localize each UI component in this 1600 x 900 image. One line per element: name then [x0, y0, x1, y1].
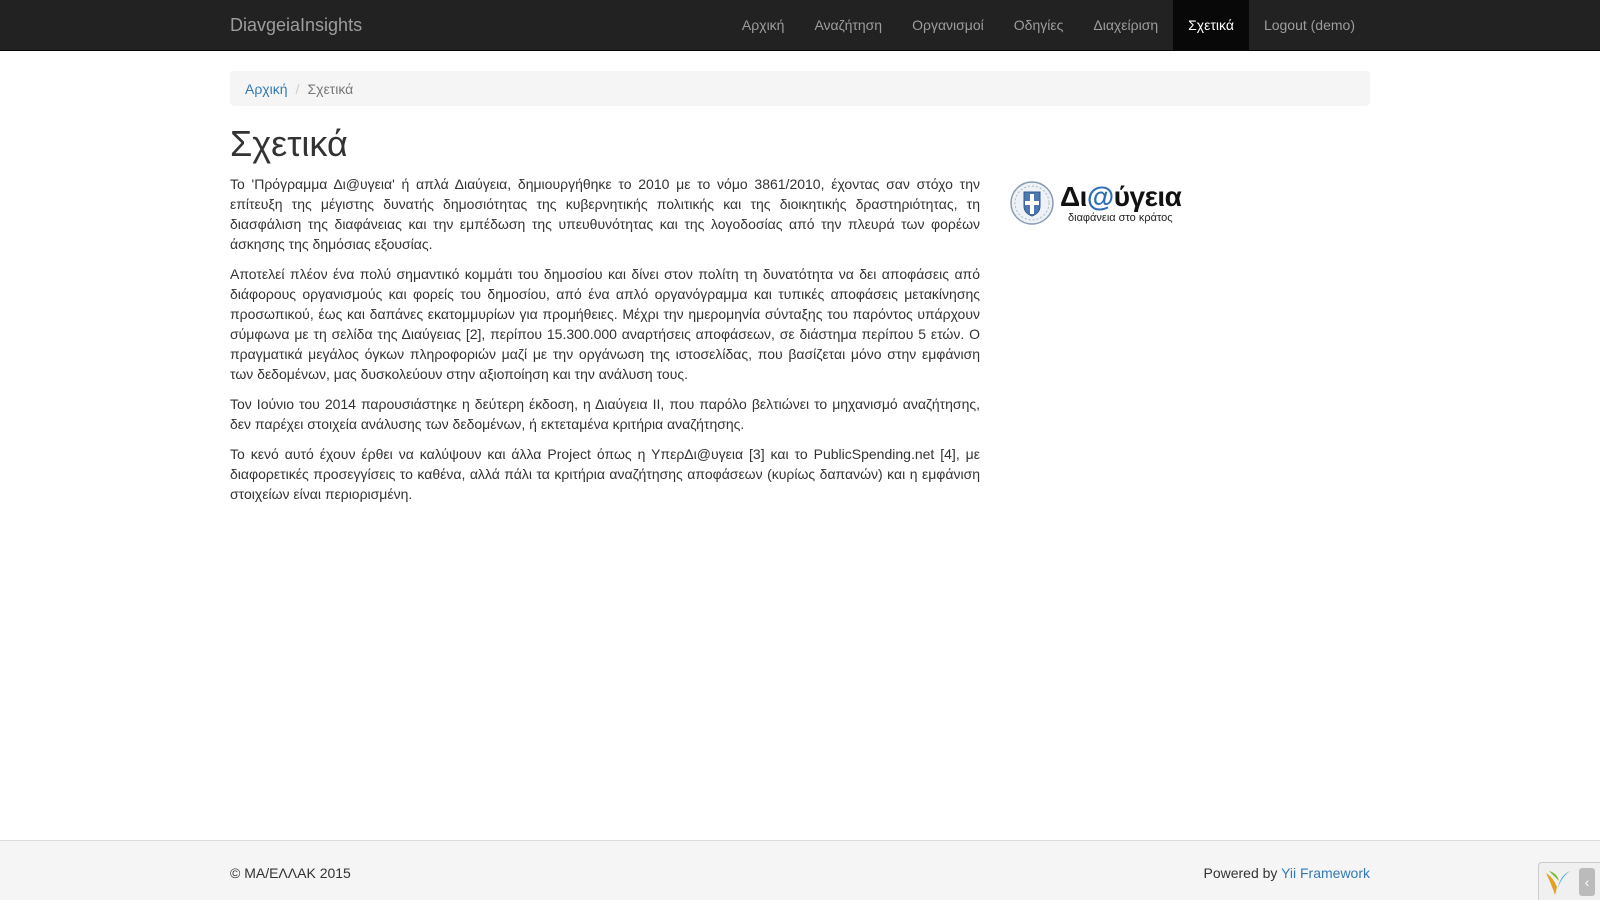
diavgeia-logo: Δι@ύγεια διαφάνεια στο κράτος [1010, 180, 1370, 226]
about-paragraph-2: Αποτελεί πλέον ένα πολύ σημαντικό κομμάτ… [230, 266, 980, 382]
breadcrumb-home-link[interactable]: Αρχική [245, 81, 288, 97]
top-navbar: DiavgeiaInsights Αρχική Αναζήτηση Οργανι… [0, 0, 1600, 51]
content-row: Σχετικά Το 'Πρόγραμμα Δι@υγεια' ή απλά Δ… [230, 124, 1370, 514]
about-content: Σχετικά Το 'Πρόγραμμα Δι@υγεια' ή απλά Δ… [230, 124, 980, 514]
yii-framework-link[interactable]: Yii Framework [1281, 865, 1370, 881]
nav-item-admin[interactable]: Διαχείριση [1078, 0, 1173, 50]
breadcrumb-separator: / [295, 81, 300, 97]
nav-link-guides[interactable]: Οδηγίες [999, 0, 1079, 50]
nav-link-logout[interactable]: Logout (demo) [1249, 0, 1370, 50]
nav-item-logout[interactable]: Logout (demo) [1249, 0, 1370, 50]
about-paragraph-4: Το κενό αυτό έχουν έρθει να καλύψουν και… [230, 446, 980, 502]
footer-powered-prefix: Powered by [1203, 865, 1282, 881]
yii-logo-icon[interactable] [1543, 867, 1573, 897]
side-column: Δι@ύγεια διαφάνεια στο κράτος [980, 124, 1370, 514]
page-title: Σχετικά [230, 123, 348, 164]
nav-item-guides[interactable]: Οδηγίες [999, 0, 1079, 50]
brand-link[interactable]: DiavgeiaInsights [230, 15, 362, 35]
breadcrumb-home-item[interactable]: Αρχική [245, 79, 288, 98]
nav-item-about[interactable]: Σχετικά [1173, 0, 1249, 50]
about-paragraph-3: Τον Ιούνιο του 2014 παρουσιάστηκε η δεύτ… [230, 396, 980, 432]
logo-name-at: @ [1086, 181, 1114, 212]
footer-copyright: © ΜΑ/ΕΛΛΑΚ 2015 [230, 865, 351, 881]
breadcrumb: Αρχική / Σχετικά [230, 71, 1370, 106]
greek-emblem-icon [1010, 181, 1054, 225]
nav-link-search[interactable]: Αναζήτηση [799, 0, 897, 50]
main-container: Αρχική / Σχετικά Σχετικά Το 'Πρόγραμμα Δ… [230, 71, 1370, 514]
nav-link-organizations[interactable]: Οργανισμοί [897, 0, 999, 50]
breadcrumb-current: Σχετικά [307, 81, 354, 97]
nav-item-home[interactable]: Αρχική [727, 0, 800, 50]
nav-item-search[interactable]: Αναζήτηση [799, 0, 897, 50]
logo-name-suffix: ύγεια [1113, 181, 1182, 212]
nav-link-home[interactable]: Αρχική [727, 0, 800, 50]
nav-item-organizations[interactable]: Οργανισμοί [897, 0, 999, 50]
logo-name-prefix: Δι [1060, 181, 1087, 212]
logo-tagline: διαφάνεια στο κράτος [1068, 212, 1173, 224]
nav-link-about[interactable]: Σχετικά [1173, 0, 1249, 50]
logo-wordmark: Δι@ύγεια [1060, 181, 1182, 212]
page-footer: © ΜΑ/ΕΛΛΑΚ 2015 Powered by Yii Framework [0, 840, 1600, 900]
footer-powered-by: Powered by Yii Framework [1203, 863, 1370, 883]
chevron-left-icon[interactable]: ‹ [1579, 867, 1595, 896]
debug-toolbar[interactable]: ‹ [1538, 862, 1600, 900]
main-nav: Αρχική Αναζήτηση Οργανισμοί Οδηγίες Διαχ… [727, 0, 1370, 50]
about-paragraph-1: Το 'Πρόγραμμα Δι@υγεια' ή απλά Διαύγεια,… [230, 176, 980, 252]
logo-text: Δι@ύγεια διαφάνεια στο κράτος [1060, 181, 1182, 225]
nav-link-admin[interactable]: Διαχείριση [1078, 0, 1173, 50]
